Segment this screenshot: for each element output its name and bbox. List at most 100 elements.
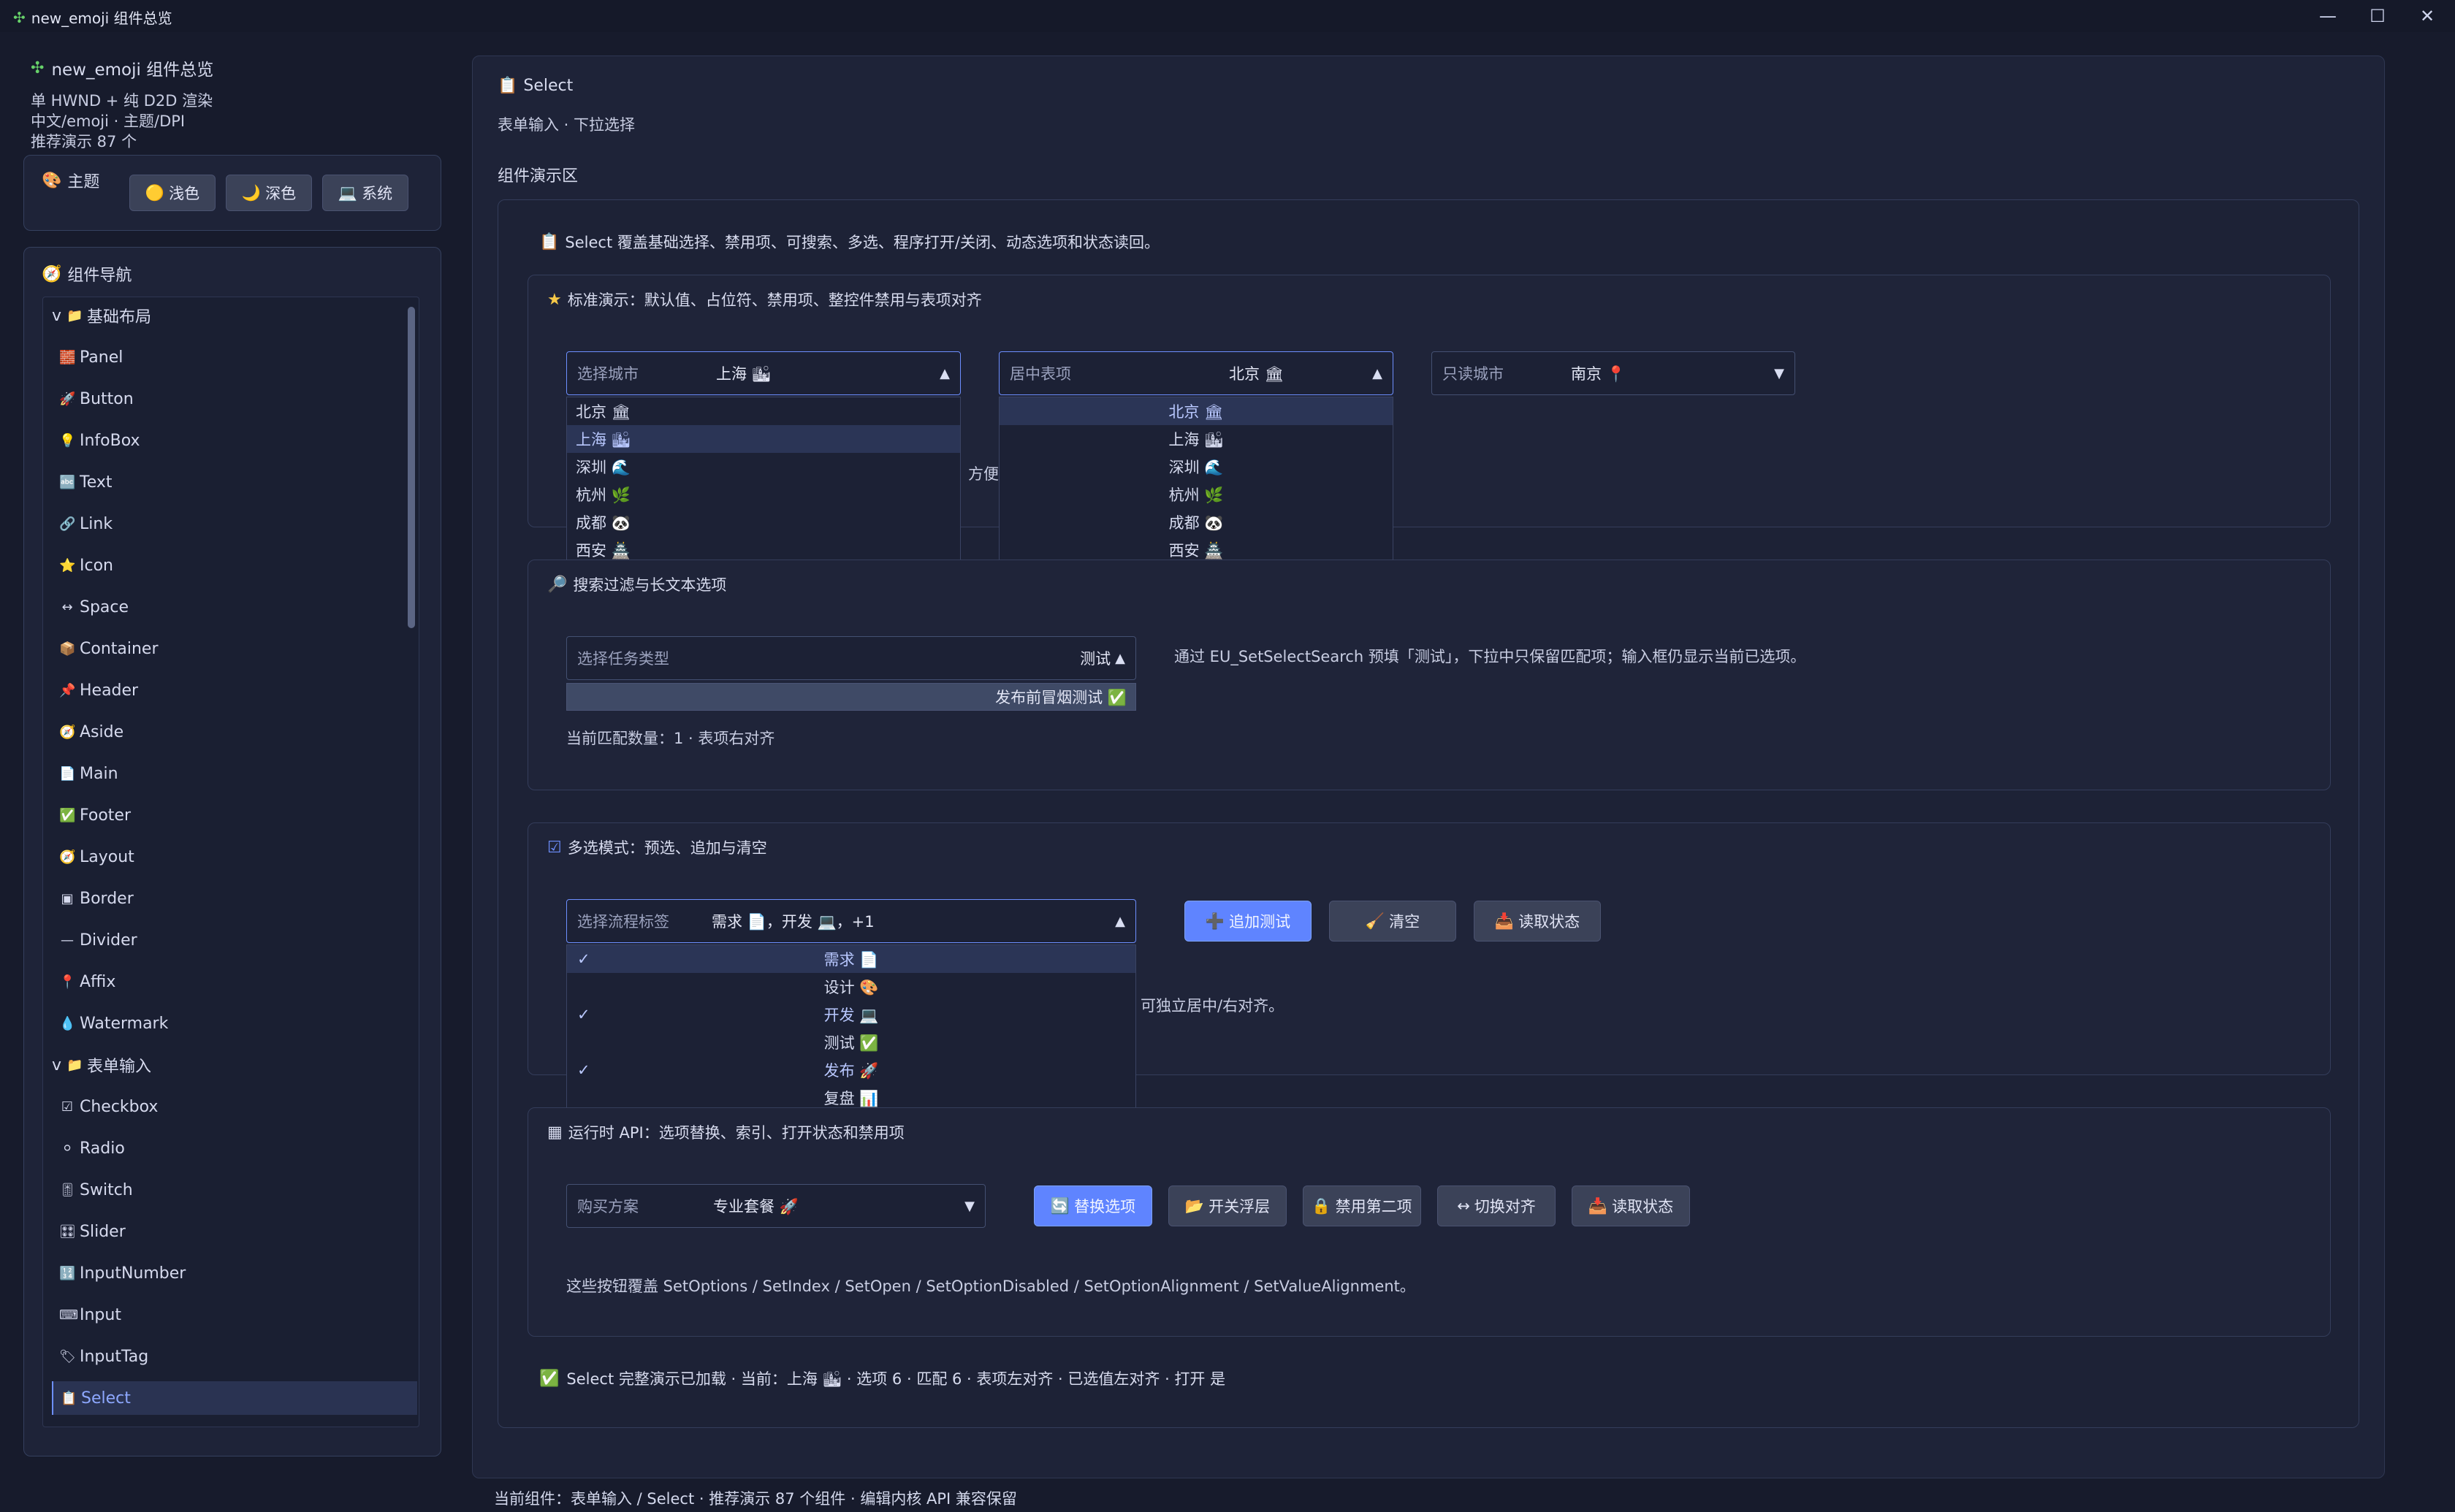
app-icon: ✣ <box>13 8 26 26</box>
task-type-select[interactable]: 选择任务类型 测试 ▲ <box>566 636 1136 680</box>
chevron-icon[interactable]: v <box>52 307 62 325</box>
nav-item[interactable]: ☑ Checkbox <box>59 1090 419 1123</box>
nav-item[interactable]: 🔢 InputNumber <box>59 1256 419 1290</box>
toggle-layer-button[interactable]: 📂 开关浮层 <box>1168 1185 1287 1226</box>
flow-tag-dropdown[interactable]: ✓ 需求 📄 设计 🎨 ✓ 开发 💻 测试 ✅ ✓ 发布 🚀 复盘 📊 <box>566 944 1136 1111</box>
dropdown-option-label: 杭州 🌿 <box>1168 486 1224 504</box>
multi-option[interactable]: ✓ 开发 💻 <box>567 1001 1135 1028</box>
star-icon: ★ <box>547 290 562 309</box>
nav-item-icon: 📁 <box>66 308 83 324</box>
nav-item-label: Switch <box>80 1180 133 1199</box>
nav-group[interactable]: v 📁 表单输入 <box>52 1048 417 1082</box>
nav-item-icon: ⌨ <box>59 1307 78 1323</box>
nav-scrollbar[interactable] <box>408 307 415 628</box>
nav-item[interactable]: 📄 Main <box>59 757 419 790</box>
centered-dropdown[interactable]: 北京 🏛 上海 🏙 深圳 🌊 杭州 🌿 成都 🐼 西安 🏯 <box>999 397 1393 563</box>
nav-item[interactable]: 🧭 Aside <box>59 715 419 749</box>
nav-item-label: Main <box>80 764 118 783</box>
search-option-item[interactable]: 发布前冒烟测试 ✅ <box>566 683 1136 711</box>
dropdown-option[interactable]: 杭州 🌿 <box>1000 481 1393 508</box>
nav-item-icon: 🧭 <box>59 724 76 740</box>
nav-item-label: InputNumber <box>80 1264 186 1283</box>
nav-item[interactable]: 🧭 Layout <box>59 840 419 874</box>
nav-item-icon: 📍 <box>59 974 76 990</box>
disable-second-button[interactable]: 🔒 禁用第二项 <box>1303 1185 1421 1226</box>
multi-option[interactable]: ✓ 发布 🚀 <box>567 1056 1135 1084</box>
nav-item-label: Border <box>80 889 134 908</box>
nav-item[interactable]: 🏷 InputTag <box>59 1340 419 1373</box>
read-state-button[interactable]: 📥 读取状态 <box>1474 901 1601 942</box>
nav-item[interactable]: 📦 Container <box>59 632 419 665</box>
dropdown-option[interactable]: 北京 🏛 <box>567 397 960 425</box>
checkmark-icon: ✓ <box>577 1006 590 1023</box>
multi-option[interactable]: ✓ 需求 📄 <box>567 945 1135 973</box>
nav-item-label: Affix <box>80 972 116 991</box>
multi-option[interactable]: 设计 🎨 <box>567 973 1135 1001</box>
theme-dark-button[interactable]: 🌙 深色 <box>226 175 312 211</box>
centered-select[interactable]: 居中表项 北京 🏛 ▲ <box>999 351 1393 395</box>
toggle-align-button[interactable]: ↔ 切换对齐 <box>1437 1185 1556 1226</box>
dropdown-option[interactable]: 上海 🏙 <box>567 425 960 453</box>
multi-option[interactable]: 测试 ✅ <box>567 1028 1135 1056</box>
dropdown-option[interactable]: 上海 🏙 <box>1000 425 1393 453</box>
nav-list[interactable]: v 📁 基础布局 🧱 Panel 🚀 Button 💡 InfoBox 🔤 Text 🔗 Link ⭐ Ic… <box>42 297 419 1427</box>
broom-icon: 🧹 <box>1365 912 1385 930</box>
dropdown-option-label: 成都 🐼 <box>576 514 631 532</box>
subtitle-line-3: 推荐演示 87 个 <box>31 133 137 150</box>
chevron-icon[interactable]: v <box>52 1056 62 1074</box>
nav-item-label: Select <box>81 1389 131 1408</box>
flow-tag-select[interactable]: 选择流程标签 需求 📄，开发 💻，+1 ▲ <box>566 899 1136 943</box>
dropdown-option[interactable]: 深圳 🌊 <box>567 453 960 481</box>
readonly-city-select[interactable]: 只读城市 南京 📍 ▼ <box>1431 351 1795 395</box>
nav-item[interactable]: 🧱 Panel <box>59 340 419 374</box>
nav-item[interactable]: ▣ Border <box>59 882 419 915</box>
nav-item[interactable]: 🚀 Button <box>59 382 419 416</box>
nav-item[interactable]: 📍 Affix <box>59 965 419 999</box>
city-select[interactable]: 选择城市 上海 🏙 ▲ <box>566 351 961 395</box>
theme-light-button[interactable]: 🟡 浅色 <box>129 175 216 211</box>
chevron-up-icon: ▲ <box>1115 650 1125 666</box>
nav-item[interactable]: 📌 Header <box>59 673 419 707</box>
append-test-button[interactable]: ➕ 追加测试 <box>1184 901 1312 942</box>
nav-item[interactable]: 📋 Select <box>52 1381 417 1415</box>
multi-option-label: 设计 🎨 <box>823 979 879 996</box>
nav-group[interactable]: v 📁 基础布局 <box>52 299 417 332</box>
nav-item[interactable]: — Divider <box>59 923 419 957</box>
clear-button[interactable]: 🧹 清空 <box>1329 901 1456 942</box>
nav-item[interactable]: ⭐ Icon <box>59 549 419 582</box>
replace-options-button[interactable]: 🔄 替换选项 <box>1034 1185 1152 1226</box>
main-card: 📋 Select 表单输入 · 下拉选择 组件演示区 📋 Select 覆盖基础… <box>472 56 2385 1478</box>
dropdown-option-label: 北京 🏛 <box>576 403 631 421</box>
dropdown-option[interactable]: 成都 🐼 <box>567 508 960 536</box>
nav-item[interactable]: 💧 Watermark <box>59 1007 419 1040</box>
nav-item[interactable]: 🔤 Text <box>59 465 419 499</box>
nav-item[interactable]: ⚪ Radio <box>59 1131 419 1165</box>
nav-item[interactable]: ⌨ Input <box>59 1298 419 1332</box>
nav-item-icon: ▣ <box>61 890 74 906</box>
close-button[interactable]: ✕ <box>2398 3 2455 29</box>
nav-item-icon: 🧱 <box>59 349 76 365</box>
runtime-section: ▦ 运行时 API：选项替换、索引、打开状态和禁用项 购买方案 专业套餐 🚀 ▼… <box>528 1107 2331 1337</box>
dropdown-option[interactable]: 成都 🐼 <box>1000 508 1393 536</box>
hidden-text: 方便 <box>968 465 999 483</box>
nav-item[interactable]: ✅ Footer <box>59 798 419 832</box>
intro-clipboard-icon: 📋 <box>539 232 560 251</box>
city-dropdown[interactable]: 北京 🏛 上海 🏙 深圳 🌊 杭州 🌿 成都 🐼 西安 🏯 <box>566 397 961 563</box>
nav-item-icon: 🔢 <box>59 1265 76 1281</box>
nav-item[interactable]: ↔ Space <box>59 590 419 624</box>
dropdown-option[interactable]: 杭州 🌿 <box>567 481 960 508</box>
nav-item[interactable]: 🎛 Slider <box>59 1215 419 1248</box>
dropdown-option[interactable]: 深圳 🌊 <box>1000 453 1393 481</box>
search-section: 🔎 搜索过滤与长文本选项 选择任务类型 测试 ▲ 发布前冒烟测试 ✅ 当前匹配数… <box>528 560 2331 790</box>
checkbox-icon: ☑ <box>547 838 562 857</box>
search-title: 🔎 搜索过滤与长文本选项 <box>547 575 727 595</box>
page-subtitle: 表单输入 · 下拉选择 <box>498 116 636 134</box>
dropdown-option[interactable]: 北京 🏛 <box>1000 397 1393 425</box>
nav-item[interactable]: 💡 InfoBox <box>59 424 419 457</box>
theme-system-button[interactable]: 💻 系统 <box>322 175 408 211</box>
nav-item[interactable]: 🔗 Link <box>59 507 419 541</box>
nav-item[interactable]: 🎚 Switch <box>59 1173 419 1207</box>
nav-item-icon: 🚀 <box>59 391 76 407</box>
runtime-read-state-button[interactable]: 📥 读取状态 <box>1572 1185 1690 1226</box>
plan-select[interactable]: 购买方案 专业套餐 🚀 ▼ <box>566 1184 986 1228</box>
